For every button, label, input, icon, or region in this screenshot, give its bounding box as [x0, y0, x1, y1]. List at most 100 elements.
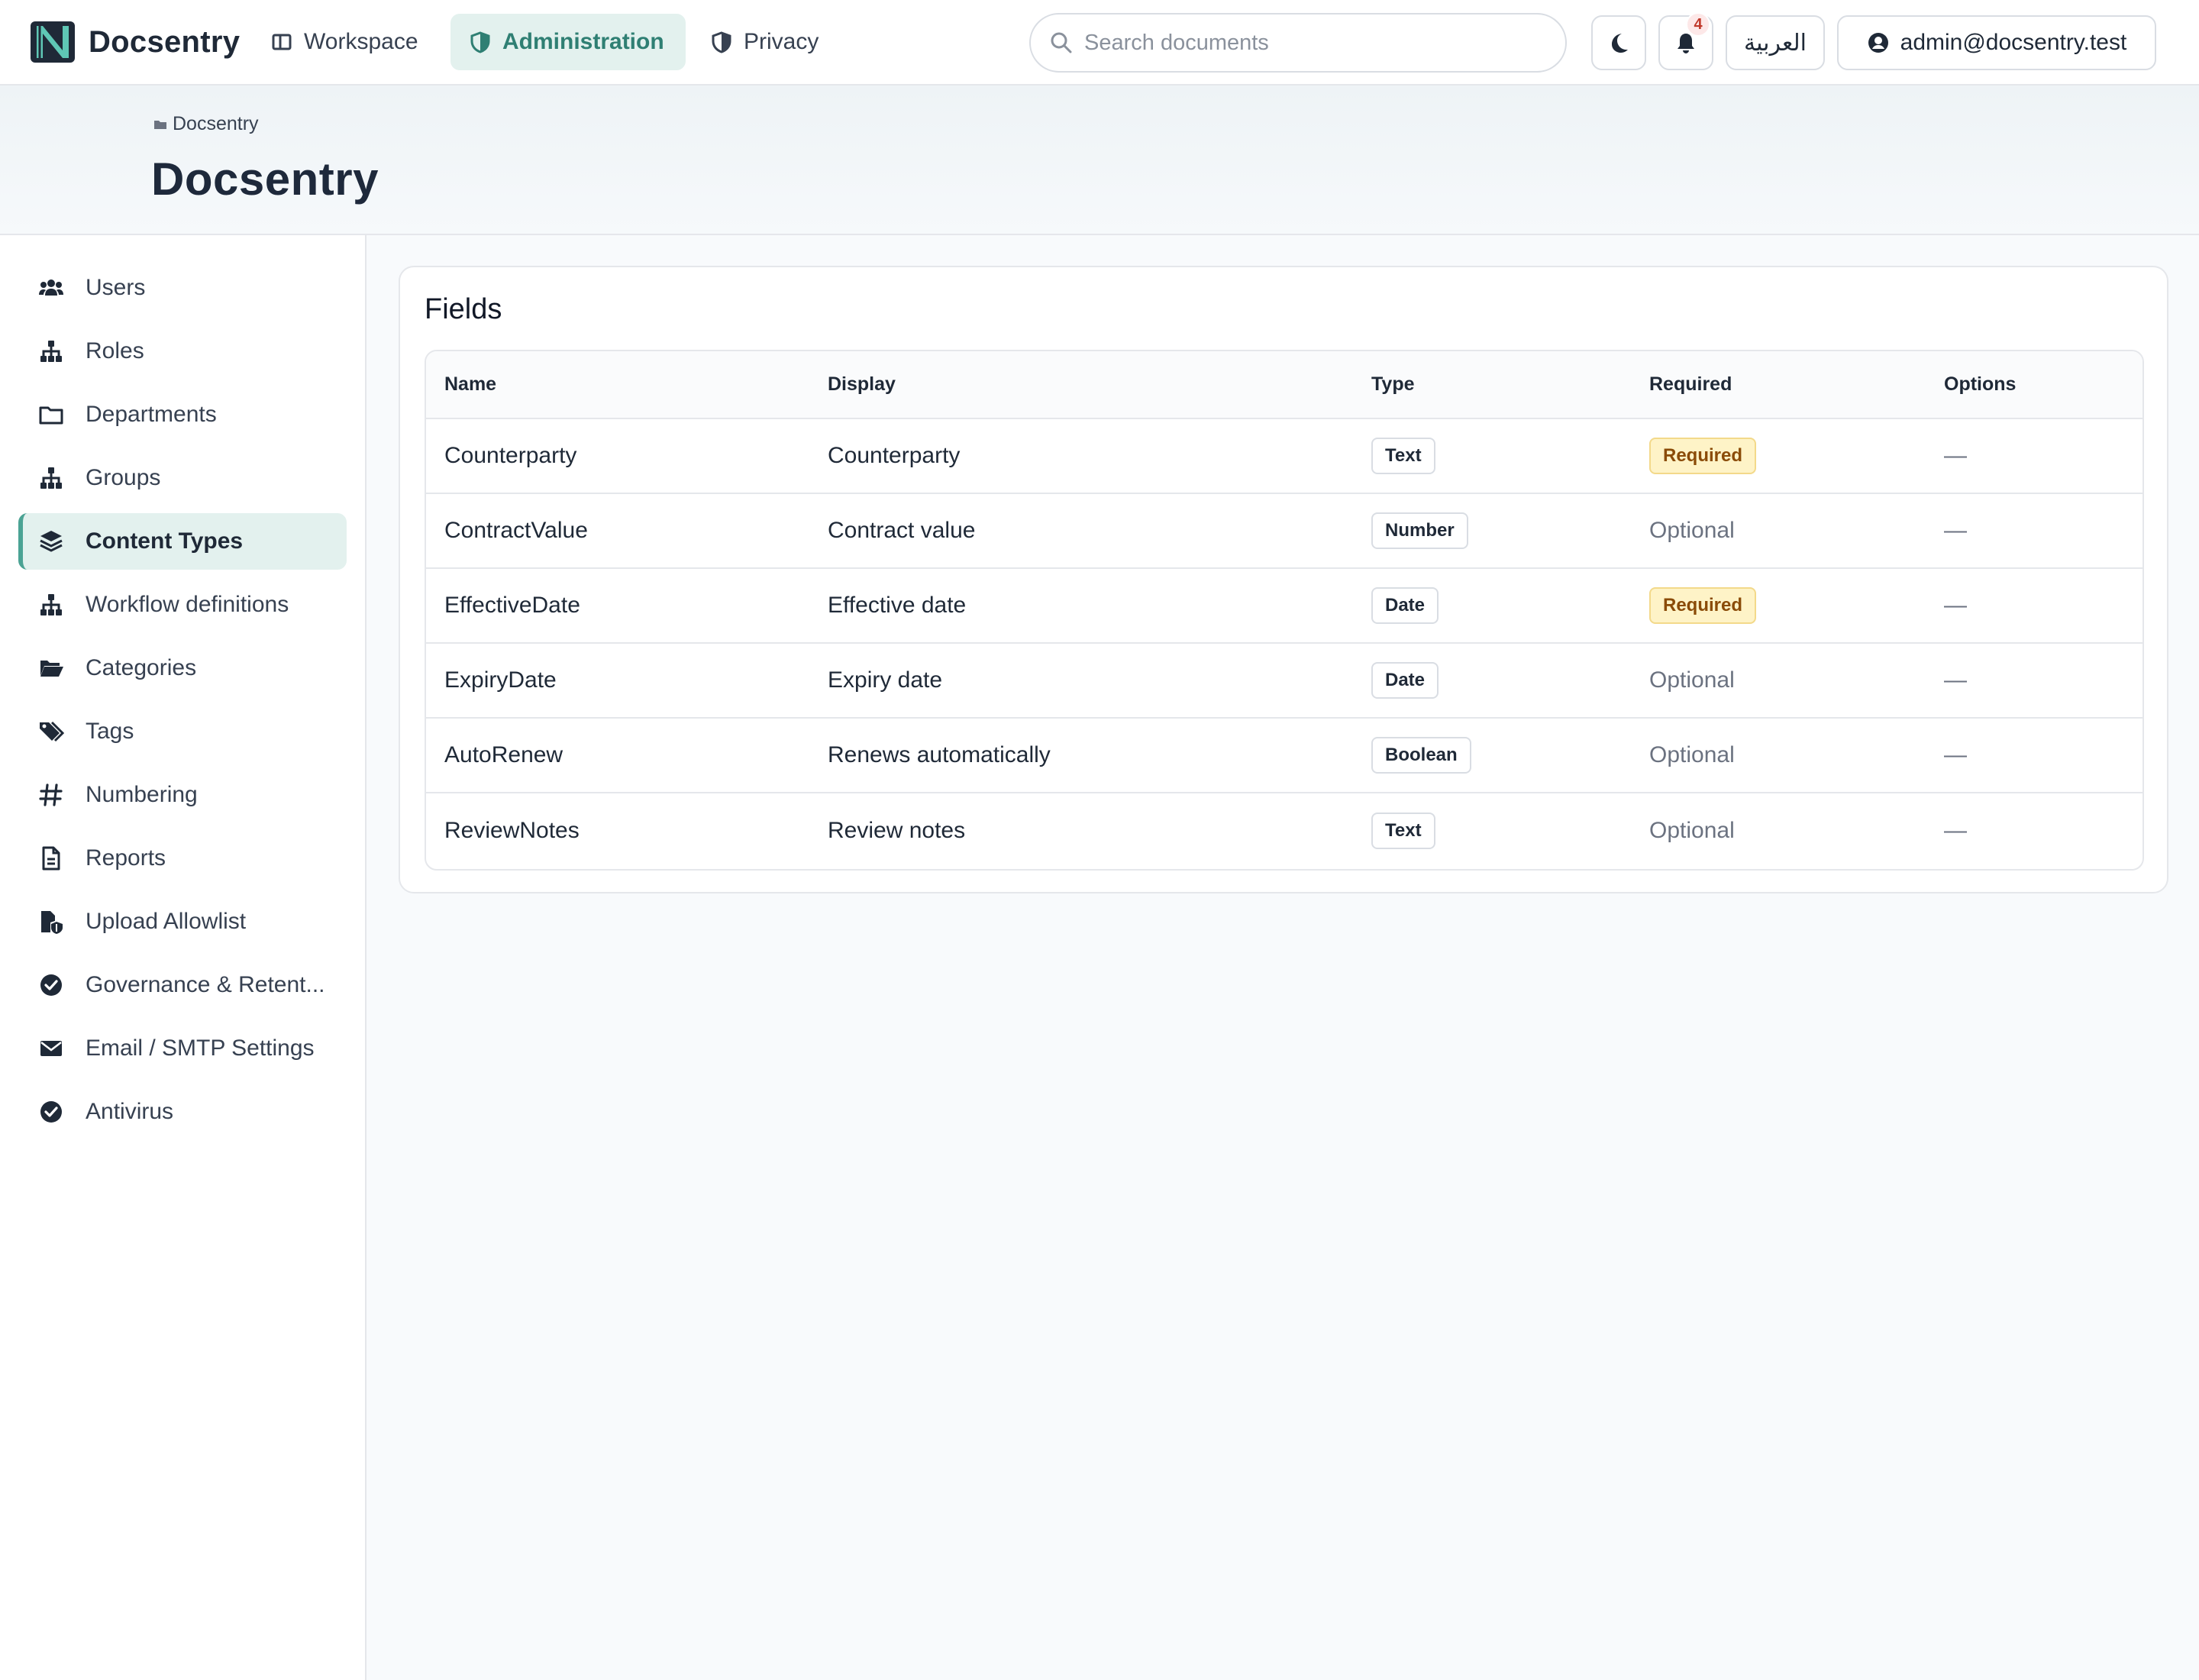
- table-row[interactable]: AutoRenew Renews automatically Boolean O…: [426, 718, 2142, 793]
- sidebar-item-label: Email / SMTP Settings: [86, 1035, 315, 1061]
- notifications-button[interactable]: 4: [1658, 12, 1713, 70]
- user-email: admin@docsentry.test: [1900, 30, 2127, 55]
- logo-icon: [29, 20, 76, 64]
- field-display: Renews automatically: [809, 718, 1353, 793]
- theme-toggle-button[interactable]: [1591, 15, 1646, 70]
- table-row[interactable]: Counterparty Counterparty Text Required …: [426, 418, 2142, 494]
- nav-privacy[interactable]: Privacy: [692, 14, 837, 70]
- column-header-options[interactable]: Options: [1926, 351, 2142, 419]
- envelope-icon: [37, 1035, 66, 1061]
- users-icon: [37, 275, 66, 301]
- field-display: Review notes: [828, 817, 966, 843]
- fields-card: Fields Name Display Type Required Option…: [399, 266, 2168, 893]
- type-badge: Date: [1371, 662, 1439, 699]
- columns-icon: [270, 31, 293, 53]
- field-display: Expiry date: [809, 643, 1353, 719]
- field-name: EffectiveDate: [426, 568, 809, 644]
- hash-icon: [37, 782, 66, 808]
- brand[interactable]: Docsentry: [29, 20, 240, 64]
- fields-table-container: Name Display Type Required Options Count…: [425, 350, 2144, 871]
- user-menu-button[interactable]: admin@docsentry.test: [1837, 15, 2156, 70]
- check-circle-icon: [37, 1099, 66, 1125]
- breadcrumb: Docsentry: [153, 113, 259, 135]
- field-name: ExpiryDate: [426, 643, 809, 719]
- sidebar-item-label: Groups: [86, 465, 161, 490]
- search-input[interactable]: [1084, 30, 1542, 56]
- sidebar-item-numbering[interactable]: Numbering: [18, 767, 347, 823]
- field-name: AutoRenew: [426, 718, 809, 793]
- field-options: —: [1944, 817, 1967, 843]
- brand-name: Docsentry: [89, 24, 241, 59]
- breadcrumb-current[interactable]: Docsentry: [173, 113, 259, 135]
- folder-open-icon: [37, 655, 66, 681]
- sidebar-item-departments[interactable]: Departments: [18, 386, 347, 443]
- sidebar-item-label: Tags: [86, 719, 134, 744]
- language-switch-button[interactable]: العربية: [1726, 15, 1825, 70]
- sidebar-item-label: Categories: [86, 655, 197, 680]
- optional-label: Optional: [1649, 518, 1735, 543]
- column-header-name[interactable]: Name: [426, 351, 809, 419]
- fields-table: Name Display Type Required Options Count…: [426, 351, 2142, 867]
- field-options: —: [1926, 418, 2142, 494]
- sidebar-item-label: Users: [86, 275, 146, 300]
- sidebar-item-users[interactable]: Users: [18, 260, 347, 316]
- field-required-cell: Optional: [1631, 493, 1926, 569]
- sidebar: Users Roles Departments Groups Content T…: [0, 235, 366, 1680]
- sidebar-item-workflow-definitions[interactable]: Workflow definitions: [18, 577, 347, 633]
- sidebar-item-categories[interactable]: Categories: [18, 640, 347, 696]
- nav-workspace[interactable]: Workspace: [252, 14, 437, 70]
- field-name: ReviewNotes: [444, 817, 580, 843]
- sidebar-item-label: Content Types: [86, 528, 244, 554]
- table-row[interactable]: ExpiryDate Expiry date Date Optional —: [426, 643, 2142, 719]
- sidebar-item-tags[interactable]: Tags: [18, 703, 347, 760]
- sidebar-item-upload-allowlist[interactable]: Upload Allowlist: [18, 893, 347, 950]
- folder-icon: [153, 117, 168, 132]
- required-badge: Required: [1649, 438, 1757, 474]
- sidebar-item-groups[interactable]: Groups: [18, 450, 347, 506]
- sitemap-icon: [37, 338, 66, 364]
- sitemap-icon: [37, 465, 66, 491]
- sidebar-item-antivirus[interactable]: Antivirus: [18, 1084, 347, 1140]
- nav-workspace-label: Workspace: [304, 29, 418, 54]
- sidebar-item-label: Numbering: [86, 782, 198, 807]
- field-type-cell: Date: [1353, 643, 1631, 719]
- sidebar-item-label: Antivirus: [86, 1099, 174, 1124]
- column-header-type[interactable]: Type: [1353, 351, 1631, 419]
- field-type-cell: Boolean: [1353, 718, 1631, 793]
- top-bar: Docsentry Workspace Administration Priva…: [0, 0, 2199, 86]
- table-row[interactable]: EffectiveDate Effective date Date Requir…: [426, 568, 2142, 644]
- field-required-cell: Optional: [1631, 718, 1926, 793]
- field-options: —: [1926, 493, 2142, 569]
- sidebar-item-content-types[interactable]: Content Types: [18, 513, 347, 570]
- optional-label: Optional: [1649, 817, 1735, 843]
- file-text-icon: [37, 845, 66, 871]
- user-circle-icon: [1867, 31, 1890, 54]
- field-type-cell: Number: [1353, 493, 1631, 569]
- sidebar-item-email-smtp-settings[interactable]: Email / SMTP Settings: [18, 1020, 347, 1077]
- sidebar-item-roles[interactable]: Roles: [18, 323, 347, 380]
- table-row[interactable]: ContractValue Contract value Number Opti…: [426, 493, 2142, 569]
- sidebar-item-governance-retention[interactable]: Governance & Retent...: [18, 957, 347, 1013]
- moon-icon: [1606, 31, 1631, 55]
- field-required-cell: Optional: [1631, 793, 1926, 867]
- field-options: —: [1926, 568, 2142, 644]
- sidebar-item-label: Departments: [86, 402, 217, 427]
- field-type-cell: Date: [1353, 568, 1631, 644]
- search-icon: [1049, 31, 1074, 55]
- nav-administration-label: Administration: [502, 29, 664, 54]
- type-badge: Date: [1371, 587, 1439, 624]
- sidebar-item-reports[interactable]: Reports: [18, 830, 347, 887]
- required-badge: Required: [1649, 587, 1757, 624]
- nav-administration[interactable]: Administration: [450, 14, 686, 70]
- search-box: [1029, 13, 1567, 73]
- shield-icon: [469, 31, 492, 53]
- page-title: Docsentry: [151, 153, 379, 205]
- column-header-display[interactable]: Display: [809, 351, 1353, 419]
- table-row[interactable]: ReviewNotes Review notes Text Optional —: [426, 793, 2142, 867]
- tags-icon: [37, 719, 66, 745]
- sidebar-item-label: Governance & Retent...: [86, 972, 325, 997]
- column-header-required[interactable]: Required: [1631, 351, 1926, 419]
- layers-icon: [37, 528, 66, 554]
- check-circle-icon: [37, 972, 66, 998]
- field-required-cell: Optional: [1631, 643, 1926, 719]
